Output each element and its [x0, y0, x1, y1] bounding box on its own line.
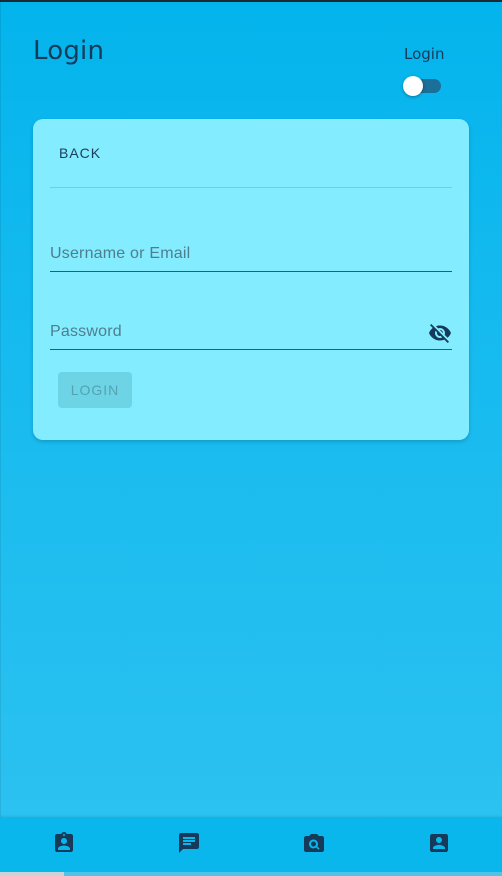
- visibility-off-icon[interactable]: [428, 321, 452, 345]
- account-box-icon[interactable]: [427, 831, 451, 855]
- username-field: [50, 241, 452, 272]
- toggle-label: Login: [404, 45, 445, 63]
- switch-thumb[interactable]: [403, 76, 423, 96]
- contact-badge-icon[interactable]: [52, 831, 76, 855]
- left-border: [0, 0, 1, 876]
- login-button[interactable]: LOGIN: [58, 372, 132, 408]
- username-input[interactable]: [50, 241, 410, 267]
- image-search-icon[interactable]: [302, 831, 326, 855]
- password-field: [50, 319, 452, 350]
- back-button[interactable]: BACK: [55, 143, 105, 163]
- card-divider: [50, 187, 452, 188]
- chat-icon[interactable]: [177, 831, 201, 855]
- login-toggle-group: Login: [392, 44, 456, 96]
- login-toggle-switch[interactable]: [403, 76, 443, 96]
- page-title: Login: [33, 36, 105, 66]
- login-card: BACK LOGIN: [33, 119, 469, 440]
- bottom-navigation: [0, 817, 502, 876]
- password-input[interactable]: [50, 319, 410, 345]
- top-border: [0, 0, 502, 2]
- bottom-corner: [0, 872, 64, 876]
- bottom-edge: [0, 872, 502, 876]
